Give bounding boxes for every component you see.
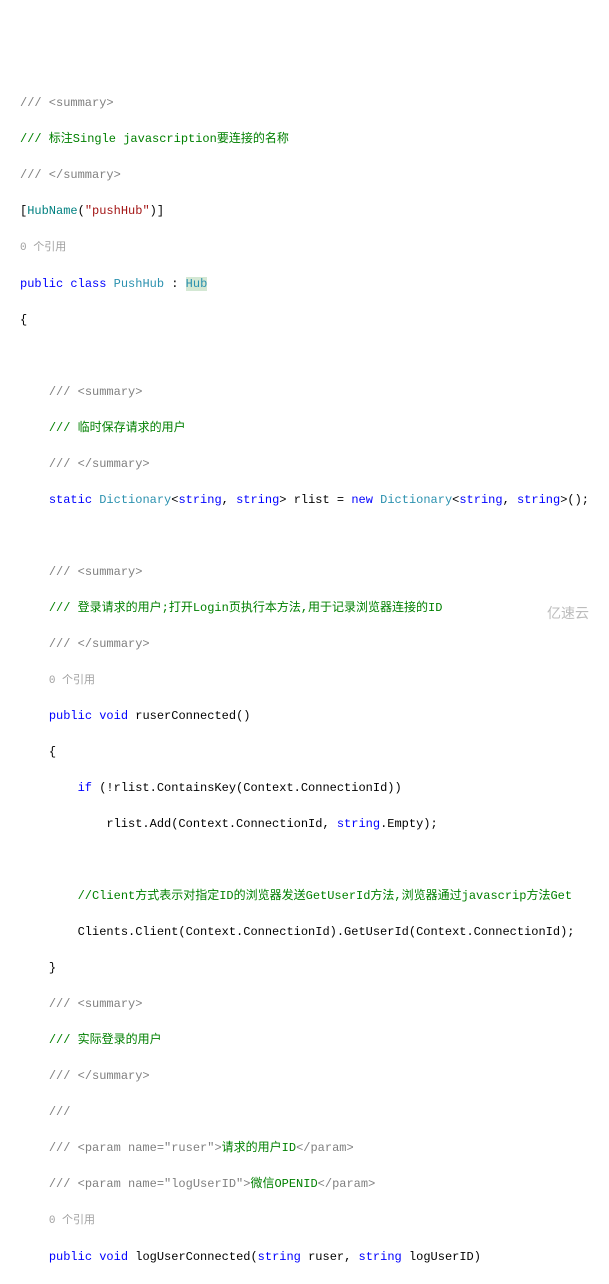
doc-comment: /// 临时保存请求的用户 <box>49 421 186 435</box>
keyword-class: class <box>70 277 106 291</box>
class-name: PushHub <box>114 277 164 291</box>
xml-doc-tag: /// <summary> <box>49 385 143 399</box>
string-literal: "pushHub" <box>85 204 150 218</box>
method-ruserconnected: ruserConnected <box>135 709 236 723</box>
xml-doc-tag: /// <summary> <box>20 96 114 110</box>
keyword-public: public <box>20 277 63 291</box>
xml-doc-tag: /// <summary> <box>49 565 143 579</box>
method-loguserconnected: logUserConnected <box>135 1250 250 1264</box>
doc-comment: /// 登录请求的用户;打开Login页执行本方法,用于记录浏览器连接的ID <box>49 601 443 615</box>
if-condition: (!rlist.ContainsKey(Context.ConnectionId… <box>92 781 402 795</box>
reference-count[interactable]: 0 个引用 <box>49 675 95 687</box>
xml-doc-tag: /// </summary> <box>49 457 150 471</box>
param-tag: /// <param name= <box>49 1141 164 1155</box>
field-rlist: rlist <box>294 493 330 507</box>
reference-count[interactable]: 0 个引用 <box>20 242 66 254</box>
inline-comment: //Client方式表示对指定ID的浏览器发送GetUserId方法,浏览器通过… <box>78 889 572 903</box>
xml-doc-tag: /// </summary> <box>49 637 150 651</box>
code-editor: /// <summary> /// 标注Single javascription… <box>20 76 609 1284</box>
reference-count[interactable]: 0 个引用 <box>49 1215 95 1227</box>
xml-doc-tag: /// <summary> <box>49 997 143 1011</box>
type-dictionary: Dictionary <box>99 493 171 507</box>
xml-doc-tag: /// </summary> <box>49 1069 150 1083</box>
xml-doc-blank: /// <box>49 1105 78 1119</box>
doc-comment: /// 标注Single javascription要连接的名称 <box>20 132 289 146</box>
xml-doc-tag: /// </summary> <box>20 168 121 182</box>
param-tag: /// <param name= <box>49 1177 164 1191</box>
base-class: Hub <box>186 277 208 291</box>
clients-getuserid-call: Clients.Client(Context.ConnectionId).Get… <box>78 925 575 939</box>
doc-comment: /// 实际登录的用户 <box>49 1033 162 1047</box>
rlist-add-call: rlist.Add(Context.ConnectionId, <box>106 817 336 831</box>
keyword-static: static <box>49 493 92 507</box>
attribute-name: HubName <box>27 204 77 218</box>
